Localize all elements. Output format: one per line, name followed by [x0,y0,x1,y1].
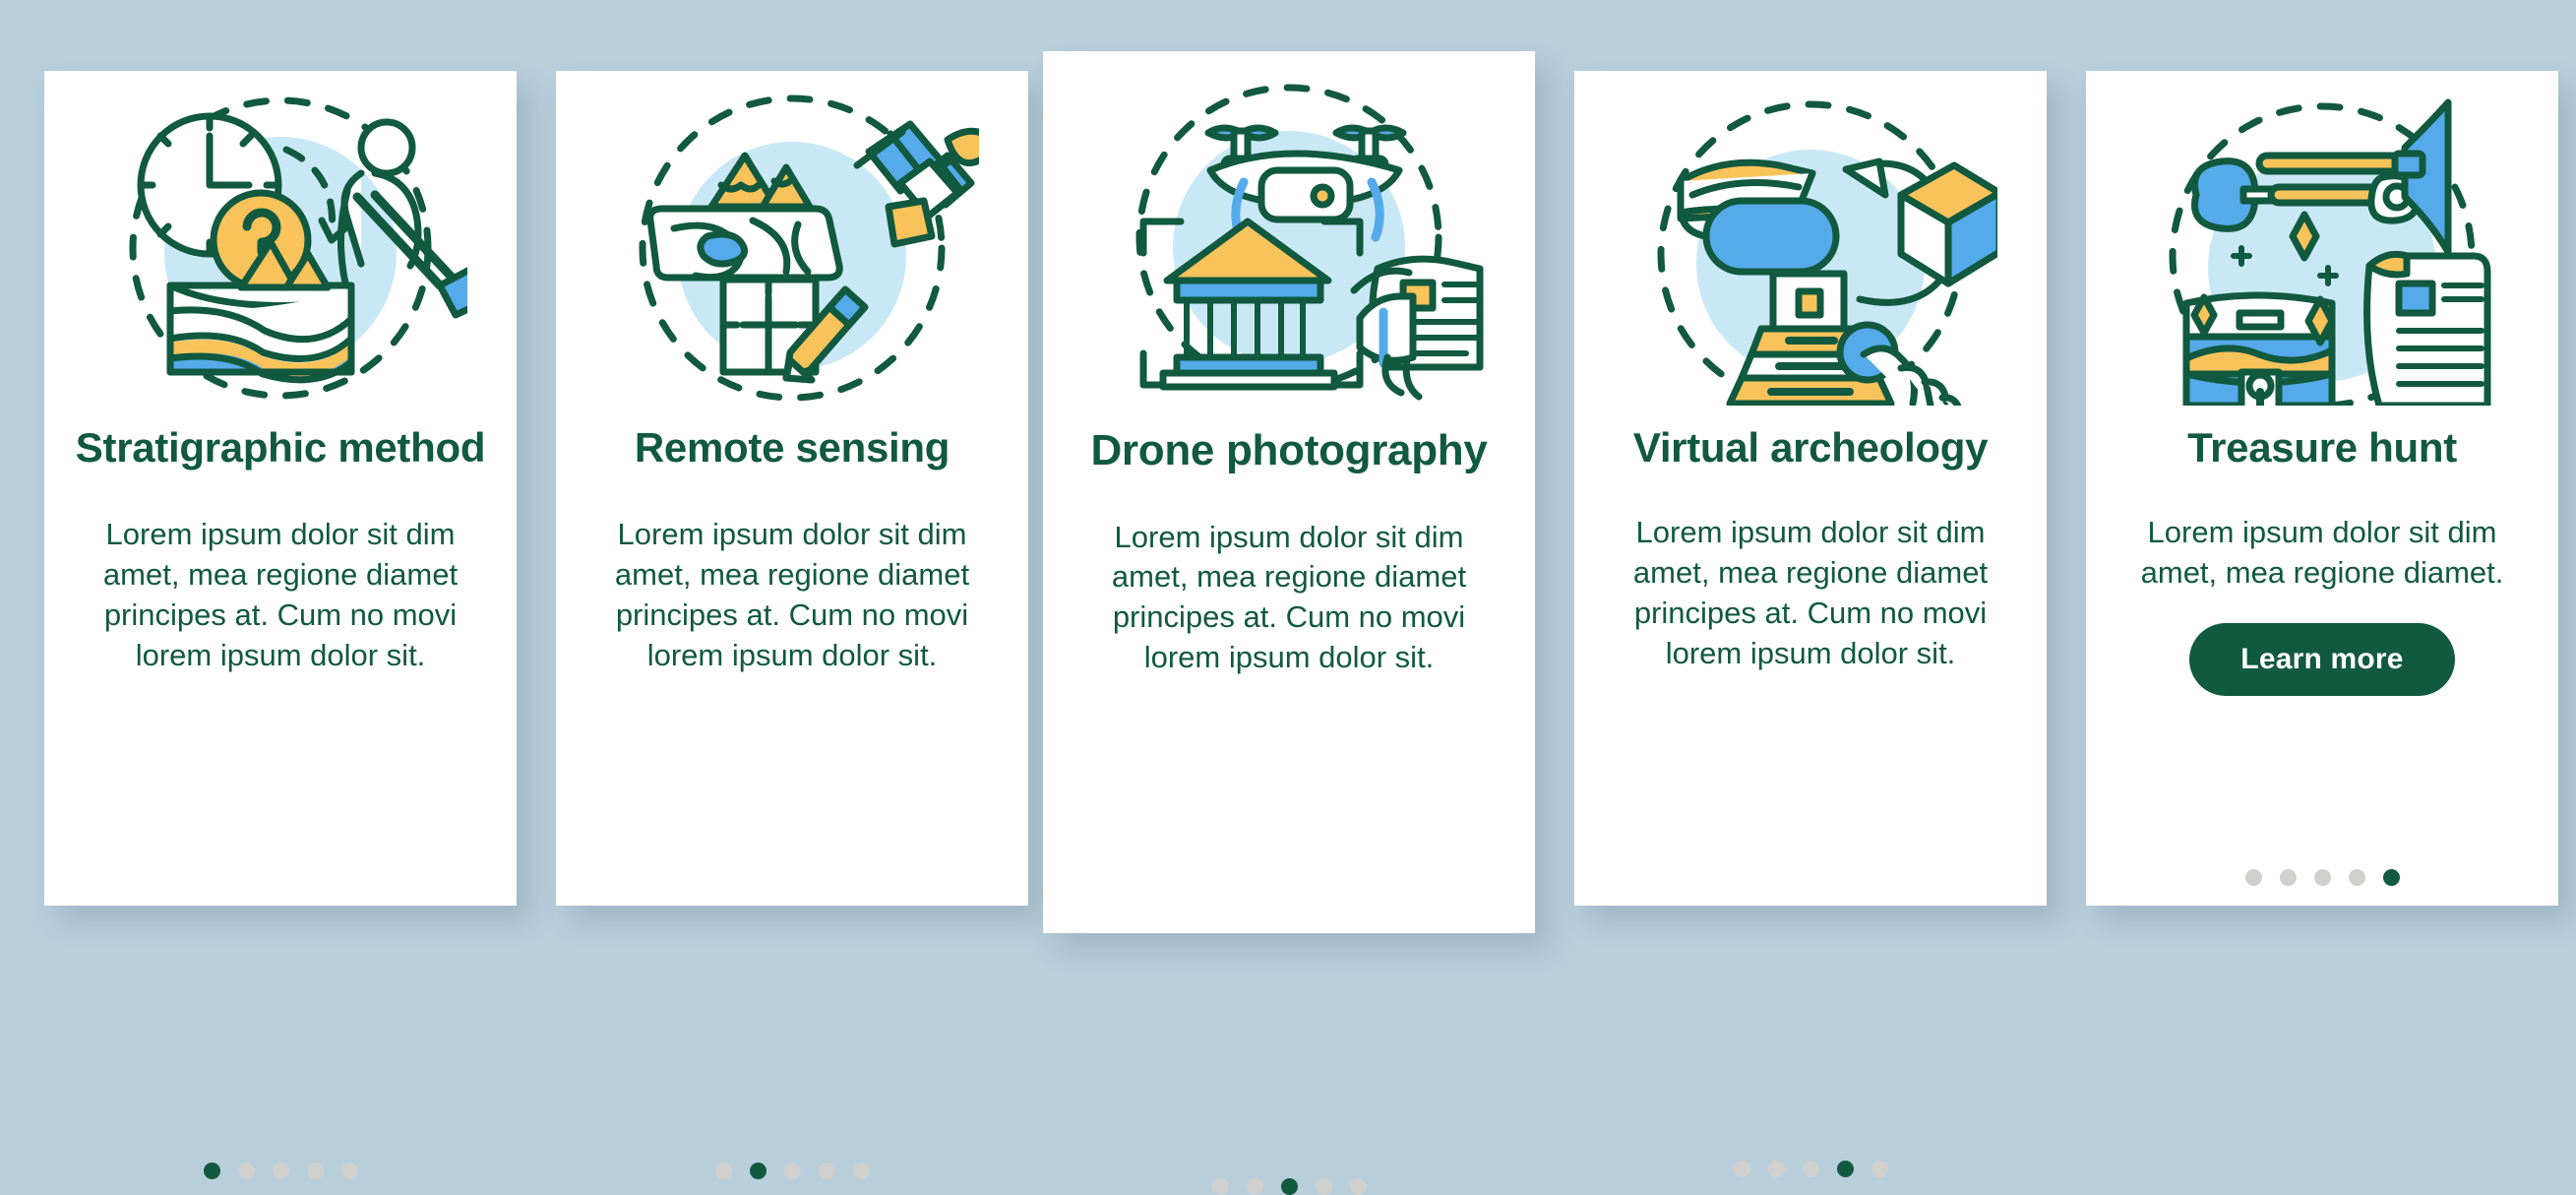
card-body: Lorem ipsum dolor sit dim amet, mea regi… [614,517,970,673]
illustration-drone-temple-tablet [1043,51,1535,427]
card-footer [556,676,1028,1179]
pagination-dots[interactable] [1043,1178,1535,1195]
pagination-dot-4[interactable] [1836,1160,1854,1177]
onboarding-card-stratigraphic-method[interactable]: Stratigraphic method Lorem ipsum dolor s… [44,71,517,1179]
onboarding-card-drone-photography[interactable]: Drone photography Lorem ipsum dolor sit … [1043,51,1535,1195]
pagination-dot-5[interactable] [2382,869,2400,887]
card-body: Lorem ipsum dolor sit dim amet, mea regi… [1111,519,1467,675]
pagination-dots[interactable] [556,1162,1028,1179]
pagination-dot-1[interactable] [1733,1160,1750,1177]
card-body: Lorem ipsum dolor sit dim amet, mea regi… [102,517,459,673]
card-footer [44,676,517,1179]
pagination-dot-1[interactable] [714,1162,732,1179]
card-footer [1043,678,1535,1195]
pagination-dots[interactable] [2086,869,2558,887]
pagination-dot-5[interactable] [852,1162,870,1179]
pagination-dots[interactable] [44,1162,517,1179]
pagination-dot-4[interactable] [1315,1178,1332,1195]
card-title: Remote sensing [634,424,951,471]
pagination-dot-4[interactable] [306,1162,324,1179]
pagination-dot-3[interactable] [2313,869,2331,887]
pagination-dot-2[interactable] [749,1162,767,1179]
pagination-dot-2[interactable] [237,1162,255,1179]
pagination-dot-4[interactable] [818,1162,835,1179]
illustration-terrain-satellite-map-pencil [556,71,1028,425]
onboarding-card-virtual-archeology[interactable]: Virtual archeology Lorem ipsum dolor sit… [1574,71,2047,1177]
illustration-vr-headset-cube-pyramid-hand [1574,71,2047,425]
card-title: Stratigraphic method [75,424,486,471]
card-body: Lorem ipsum dolor sit dim amet, mea regi… [2140,515,2504,591]
pagination-dot-1[interactable] [203,1162,220,1179]
pagination-dot-1[interactable] [2244,869,2262,887]
card-title: Virtual archeology [1632,424,1989,471]
pagination-dot-2[interactable] [2279,869,2297,887]
pagination-dot-3[interactable] [1802,1160,1819,1177]
pagination-dot-3[interactable] [272,1162,289,1179]
card-title: Drone photography [1090,426,1488,474]
pagination-dot-3[interactable] [1280,1178,1298,1195]
pagination-dots[interactable] [1574,1160,2047,1177]
pagination-dot-5[interactable] [1871,1160,1888,1177]
pagination-dot-2[interactable] [1246,1178,1263,1195]
pagination-dot-5[interactable] [340,1162,358,1179]
pagination-dot-5[interactable] [1349,1178,1367,1195]
pagination-dot-3[interactable] [783,1162,801,1179]
learn-more-button[interactable]: Learn more [2189,623,2455,697]
illustration-shovel-pickaxe-chest-scroll [2086,71,2558,425]
illustration-clock-question-digger-strata [44,71,517,425]
onboarding-card-remote-sensing[interactable]: Remote sensing Lorem ipsum dolor sit dim… [556,71,1028,1179]
pagination-dot-4[interactable] [2348,869,2365,887]
pagination-dot-1[interactable] [1211,1178,1229,1195]
onboarding-card-treasure-hunt[interactable]: Treasure hunt Lorem ipsum dolor sit dim … [2086,71,2558,906]
card-footer [1574,674,2047,1177]
card-title: Treasure hunt [2187,424,2457,471]
card-footer [2086,696,2558,906]
card-body: Lorem ipsum dolor sit dim amet, mea regi… [1632,515,1989,671]
onboarding-screens: Stratigraphic method Lorem ipsum dolor s… [0,0,2576,1195]
pagination-dot-2[interactable] [1767,1160,1785,1177]
